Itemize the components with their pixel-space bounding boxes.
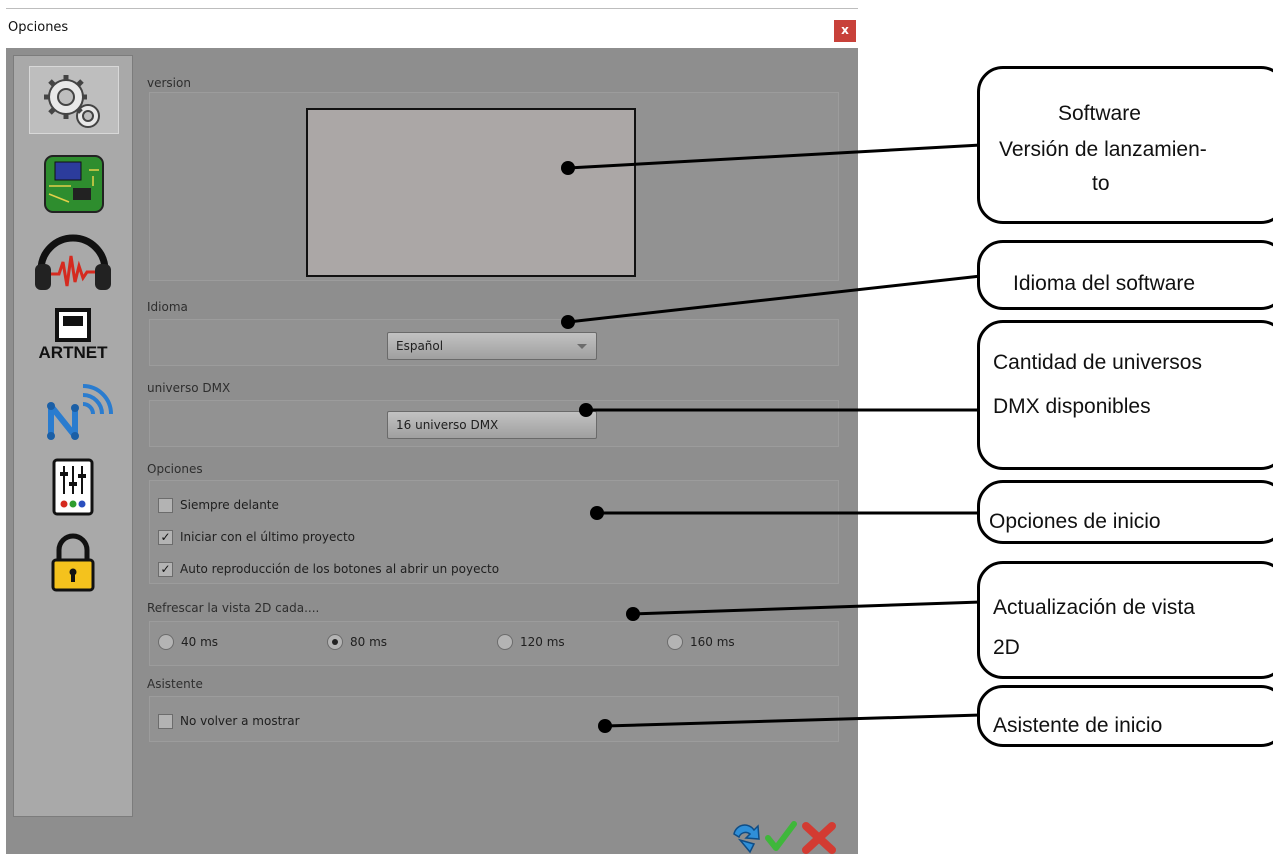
callout-idioma: Idioma del software <box>977 240 1273 310</box>
callout-line: Cantidad de universos <box>993 351 1202 374</box>
callout-line: 2D <box>993 636 1020 659</box>
callout-dot <box>561 315 575 329</box>
callout-line: Opciones de inicio <box>989 510 1161 533</box>
callout-refresco: Actualización de vista 2D <box>977 561 1273 679</box>
callout-line: Asistente de inicio <box>993 714 1163 737</box>
callout-line: to <box>1092 172 1110 195</box>
callout-dot <box>590 506 604 520</box>
callout-dot <box>561 161 575 175</box>
callout-dot <box>598 719 612 733</box>
callout-line: Versión de lanzamien- <box>999 138 1207 161</box>
callout-asistente: Asistente de inicio <box>977 685 1273 747</box>
callout-dot <box>579 403 593 417</box>
callout-software: Software Versión de lanzamien- to <box>977 66 1273 224</box>
callout-line: Idioma del software <box>1013 272 1196 295</box>
callout-opciones: Opciones de inicio <box>977 480 1273 544</box>
callout-line: DMX disponibles <box>993 395 1151 418</box>
callout-universos: Cantidad de universos DMX disponibles <box>977 320 1273 470</box>
callout-line: Software <box>1058 102 1141 125</box>
callout-line: Actualización de vista <box>993 596 1195 619</box>
callout-dot <box>626 607 640 621</box>
